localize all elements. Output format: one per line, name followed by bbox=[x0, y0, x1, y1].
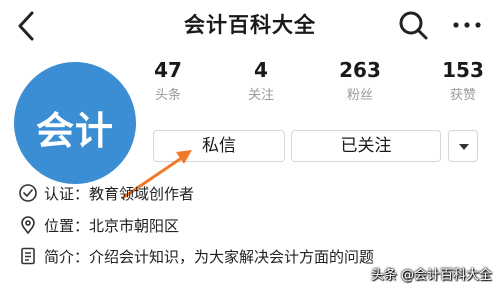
more-dots-icon bbox=[453, 22, 481, 28]
location-pin-icon bbox=[21, 216, 35, 235]
stat-articles[interactable]: 47 头条 bbox=[123, 58, 213, 104]
stat-likes[interactable]: 153 获赞 bbox=[418, 58, 500, 104]
stat-value: 4 bbox=[254, 58, 268, 82]
more-options-dropdown[interactable] bbox=[448, 130, 478, 162]
verified-badge-icon bbox=[19, 184, 37, 202]
top-bar: 会计百科大全 bbox=[0, 0, 500, 50]
stat-value: 47 bbox=[154, 58, 182, 82]
avatar-text: 会计 bbox=[35, 109, 114, 153]
stat-value: 263 bbox=[339, 58, 381, 82]
document-icon bbox=[21, 247, 35, 265]
stat-label: 头条 bbox=[154, 88, 181, 103]
stat-label: 获赞 bbox=[449, 88, 476, 103]
search-button[interactable] bbox=[396, 8, 430, 42]
verification-row: 认证：教育领域创作者 bbox=[18, 182, 194, 204]
search-icon bbox=[399, 11, 428, 40]
avatar[interactable]: 会计 bbox=[14, 62, 136, 184]
location-text: 位置：北京市朝阳区 bbox=[44, 216, 180, 235]
more-button[interactable] bbox=[450, 10, 484, 40]
verification-text: 认证：教育领域创作者 bbox=[44, 184, 195, 203]
stat-value: 153 bbox=[442, 58, 484, 82]
intro-row: 简介：介绍会计知识，为大家解决会计方面的问题 bbox=[18, 245, 374, 267]
stat-label: 关注 bbox=[247, 88, 274, 103]
stat-following[interactable]: 4 关注 bbox=[216, 58, 306, 104]
direct-message-button[interactable]: 私信 bbox=[153, 130, 285, 162]
following-button[interactable]: 已关注 bbox=[291, 130, 441, 162]
stat-label: 粉丝 bbox=[346, 88, 373, 103]
stat-followers[interactable]: 263 粉丝 bbox=[315, 58, 405, 104]
chevron-down-icon bbox=[459, 144, 469, 150]
intro-text: 简介：介绍会计知识，为大家解决会计方面的问题 bbox=[44, 247, 375, 266]
location-row: 位置：北京市朝阳区 bbox=[18, 214, 179, 236]
watermark: 头条 @会计百科大全 bbox=[370, 268, 492, 283]
